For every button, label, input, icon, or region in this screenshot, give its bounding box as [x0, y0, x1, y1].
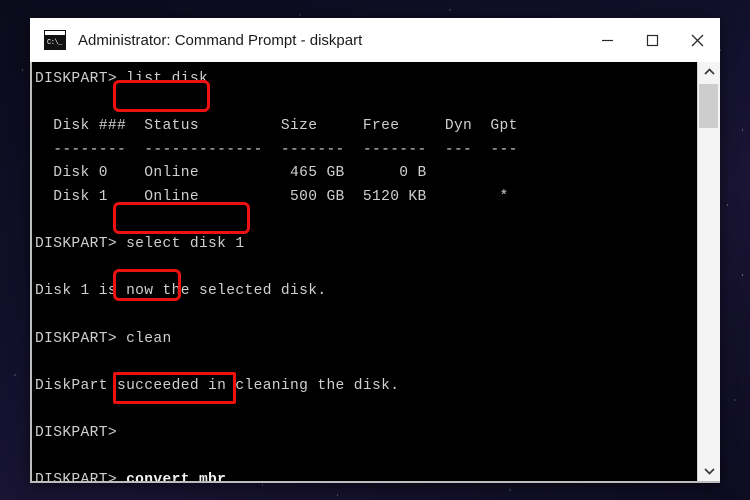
command-prompt-window: C:\_ Administrator: Command Prompt - dis…	[30, 18, 720, 483]
scroll-down-icon[interactable]	[698, 461, 720, 481]
maximize-button[interactable]	[630, 18, 675, 62]
vertical-scrollbar[interactable]	[697, 62, 720, 481]
window-controls	[585, 18, 720, 62]
scrollbar-thumb[interactable]	[699, 84, 718, 128]
minimize-button[interactable]	[585, 18, 630, 62]
scrollbar-track[interactable]	[698, 82, 720, 461]
console-text: DISKPART> list disk Disk ### Status Size…	[35, 71, 518, 481]
window-title: Administrator: Command Prompt - diskpart	[78, 31, 363, 49]
cmd-console-icon: C:\_	[44, 30, 66, 50]
console-output[interactable]: DISKPART> list disk Disk ### Status Size…	[32, 62, 697, 481]
cmd-icon-prompt-glyph: C:\_	[47, 39, 62, 47]
scroll-up-icon[interactable]	[698, 62, 720, 82]
close-button[interactable]	[675, 18, 720, 62]
title-bar[interactable]: C:\_ Administrator: Command Prompt - dis…	[30, 18, 720, 62]
console-area: DISKPART> list disk Disk ### Status Size…	[30, 62, 720, 483]
